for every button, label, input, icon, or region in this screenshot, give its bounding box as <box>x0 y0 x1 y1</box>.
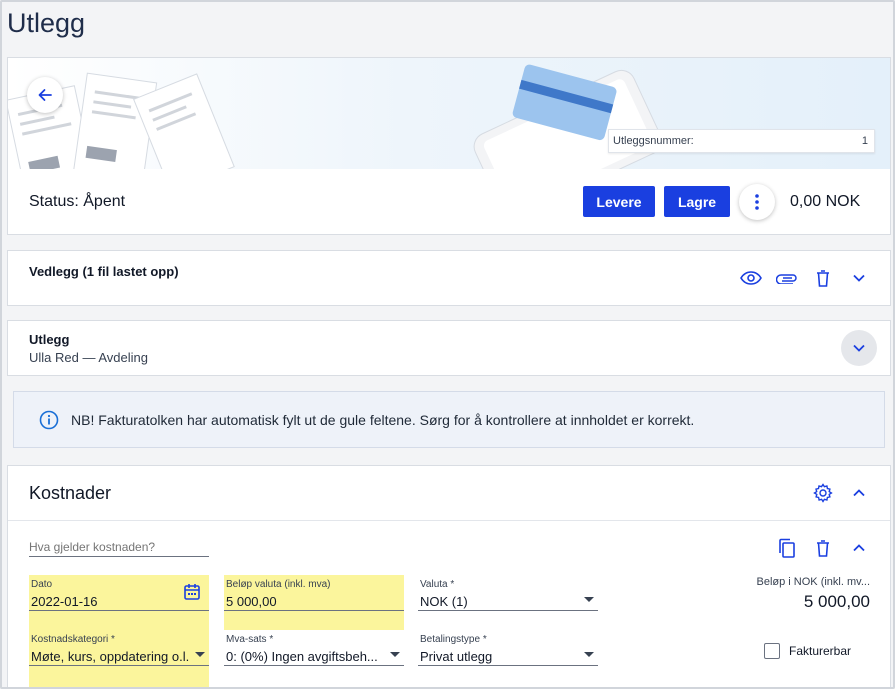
vat-select[interactable]: Mva-sats * 0: (0%) Ingen avgiftsbeh... <box>224 630 404 670</box>
save-button[interactable]: Lagre <box>664 186 730 217</box>
chevron-down-icon <box>853 274 865 282</box>
more-options-button[interactable] <box>739 184 775 220</box>
chevron-down-icon <box>853 344 865 352</box>
expense-subtitle: Ulla Red — Avdeling <box>29 350 148 365</box>
doc-number-value: 1 <box>861 135 868 147</box>
amount-currency-value: 5 000,00 <box>226 594 277 609</box>
attachments-section[interactable]: Vedlegg (1 fil lastet opp) <box>7 250 891 306</box>
currency-value: NOK (1) <box>420 594 468 609</box>
payment-value: Privat utlegg <box>420 649 493 664</box>
currency-select[interactable]: Valuta * NOK (1) <box>418 575 598 615</box>
amount-currency-underline <box>224 610 404 611</box>
info-icon <box>39 410 59 430</box>
collapse-cost-item-button[interactable] <box>847 536 871 560</box>
caret-down-icon <box>195 652 205 657</box>
category-value: Møte, kurs, oppdatering o.l. <box>31 649 190 664</box>
amount-currency-field[interactable]: Beløp valuta (inkl. mva) 5 000,00 <box>224 575 404 630</box>
copy-icon <box>779 538 795 558</box>
billable-label: Fakturerbar <box>789 644 852 658</box>
category-label: Kostnadskategori * <box>31 634 115 645</box>
copy-cost-button[interactable] <box>775 536 799 560</box>
attach-file-button[interactable] <box>775 266 799 290</box>
date-underline <box>29 610 209 611</box>
costs-settings-button[interactable] <box>811 481 835 505</box>
notice-text: NB! Fakturatolken har automatisk fylt ut… <box>71 412 695 428</box>
amount-nok-label: Beløp i NOK (inkl. mv... <box>756 576 870 588</box>
payment-type-select[interactable]: Betalingstype * Privat utlegg <box>418 630 598 670</box>
caret-down-icon <box>390 652 400 657</box>
caret-down-icon <box>584 652 594 657</box>
trash-icon <box>817 539 829 557</box>
cost-category-select[interactable]: Kostnadskategori * Møte, kurs, oppdateri… <box>29 630 209 687</box>
chevron-up-icon <box>853 544 865 552</box>
trash-icon <box>817 269 829 287</box>
caret-down-icon <box>584 597 594 602</box>
doc-number-label: Utleggsnummer: <box>613 135 694 147</box>
view-attachment-button[interactable] <box>739 266 763 290</box>
expense-title: Utlegg <box>29 332 70 347</box>
page-title: Utlegg <box>7 8 86 38</box>
expand-expense-button[interactable] <box>841 330 877 366</box>
delete-attachment-button[interactable] <box>811 266 835 290</box>
vat-value: 0: (0%) Ingen avgiftsbeh... <box>226 649 378 664</box>
more-vertical-icon <box>755 194 759 210</box>
expand-attachments-button[interactable] <box>847 266 871 290</box>
costs-section: Kostnader Hva gjelder kostnaden? Dato 20… <box>7 465 891 687</box>
back-button[interactable] <box>27 77 63 113</box>
currency-underline <box>418 610 598 611</box>
payment-label: Betalingstype * <box>420 634 487 645</box>
costs-title: Kostnader <box>29 483 112 503</box>
arrow-left-icon <box>38 89 52 101</box>
info-notice: NB! Fakturatolken har automatisk fylt ut… <box>13 391 885 448</box>
app-frame: Utlegg Utleggsnummer: 1 Status: Åpent Le… <box>0 0 895 689</box>
attachments-title: Vedlegg (1 fil lastet opp) <box>29 264 179 279</box>
status-text: Status: Åpent <box>29 193 126 210</box>
billable-checkbox[interactable] <box>764 643 780 659</box>
doc-number-box: Utleggsnummer: 1 <box>608 129 875 153</box>
date-field[interactable]: Dato 2022-01-16 <box>29 575 209 630</box>
total-amount: 0,00 NOK <box>790 193 861 210</box>
gear-icon <box>813 483 833 503</box>
cost-description-input[interactable] <box>29 537 209 557</box>
paperclip-icon <box>776 274 797 284</box>
amount-currency-label: Beløp valuta (inkl. mva) <box>226 579 331 590</box>
date-value: 2022-01-16 <box>31 594 98 609</box>
expense-header-card: Utleggsnummer: 1 Status: Åpent Levere La… <box>7 57 891 235</box>
collapse-costs-button[interactable] <box>847 481 871 505</box>
vat-underline <box>224 665 404 666</box>
vat-label: Mva-sats * <box>226 634 274 645</box>
date-label: Dato <box>31 579 53 590</box>
expense-section[interactable]: Utlegg Ulla Red — Avdeling <box>7 320 891 376</box>
chevron-up-icon <box>853 489 865 497</box>
delete-cost-button[interactable] <box>811 536 835 560</box>
deliver-button[interactable]: Levere <box>583 186 655 217</box>
eye-icon <box>740 271 762 285</box>
banner-illustration: Utleggsnummer: 1 <box>8 58 890 169</box>
currency-label: Valuta * <box>420 579 455 590</box>
amount-nok-value: 5 000,00 <box>803 592 870 611</box>
payment-underline <box>418 665 598 666</box>
calendar-icon[interactable] <box>183 583 201 601</box>
category-underline <box>29 665 209 666</box>
costs-header: Kostnader <box>8 466 890 521</box>
status-row: Status: Åpent Levere Lagre 0,00 NOK <box>8 169 890 235</box>
